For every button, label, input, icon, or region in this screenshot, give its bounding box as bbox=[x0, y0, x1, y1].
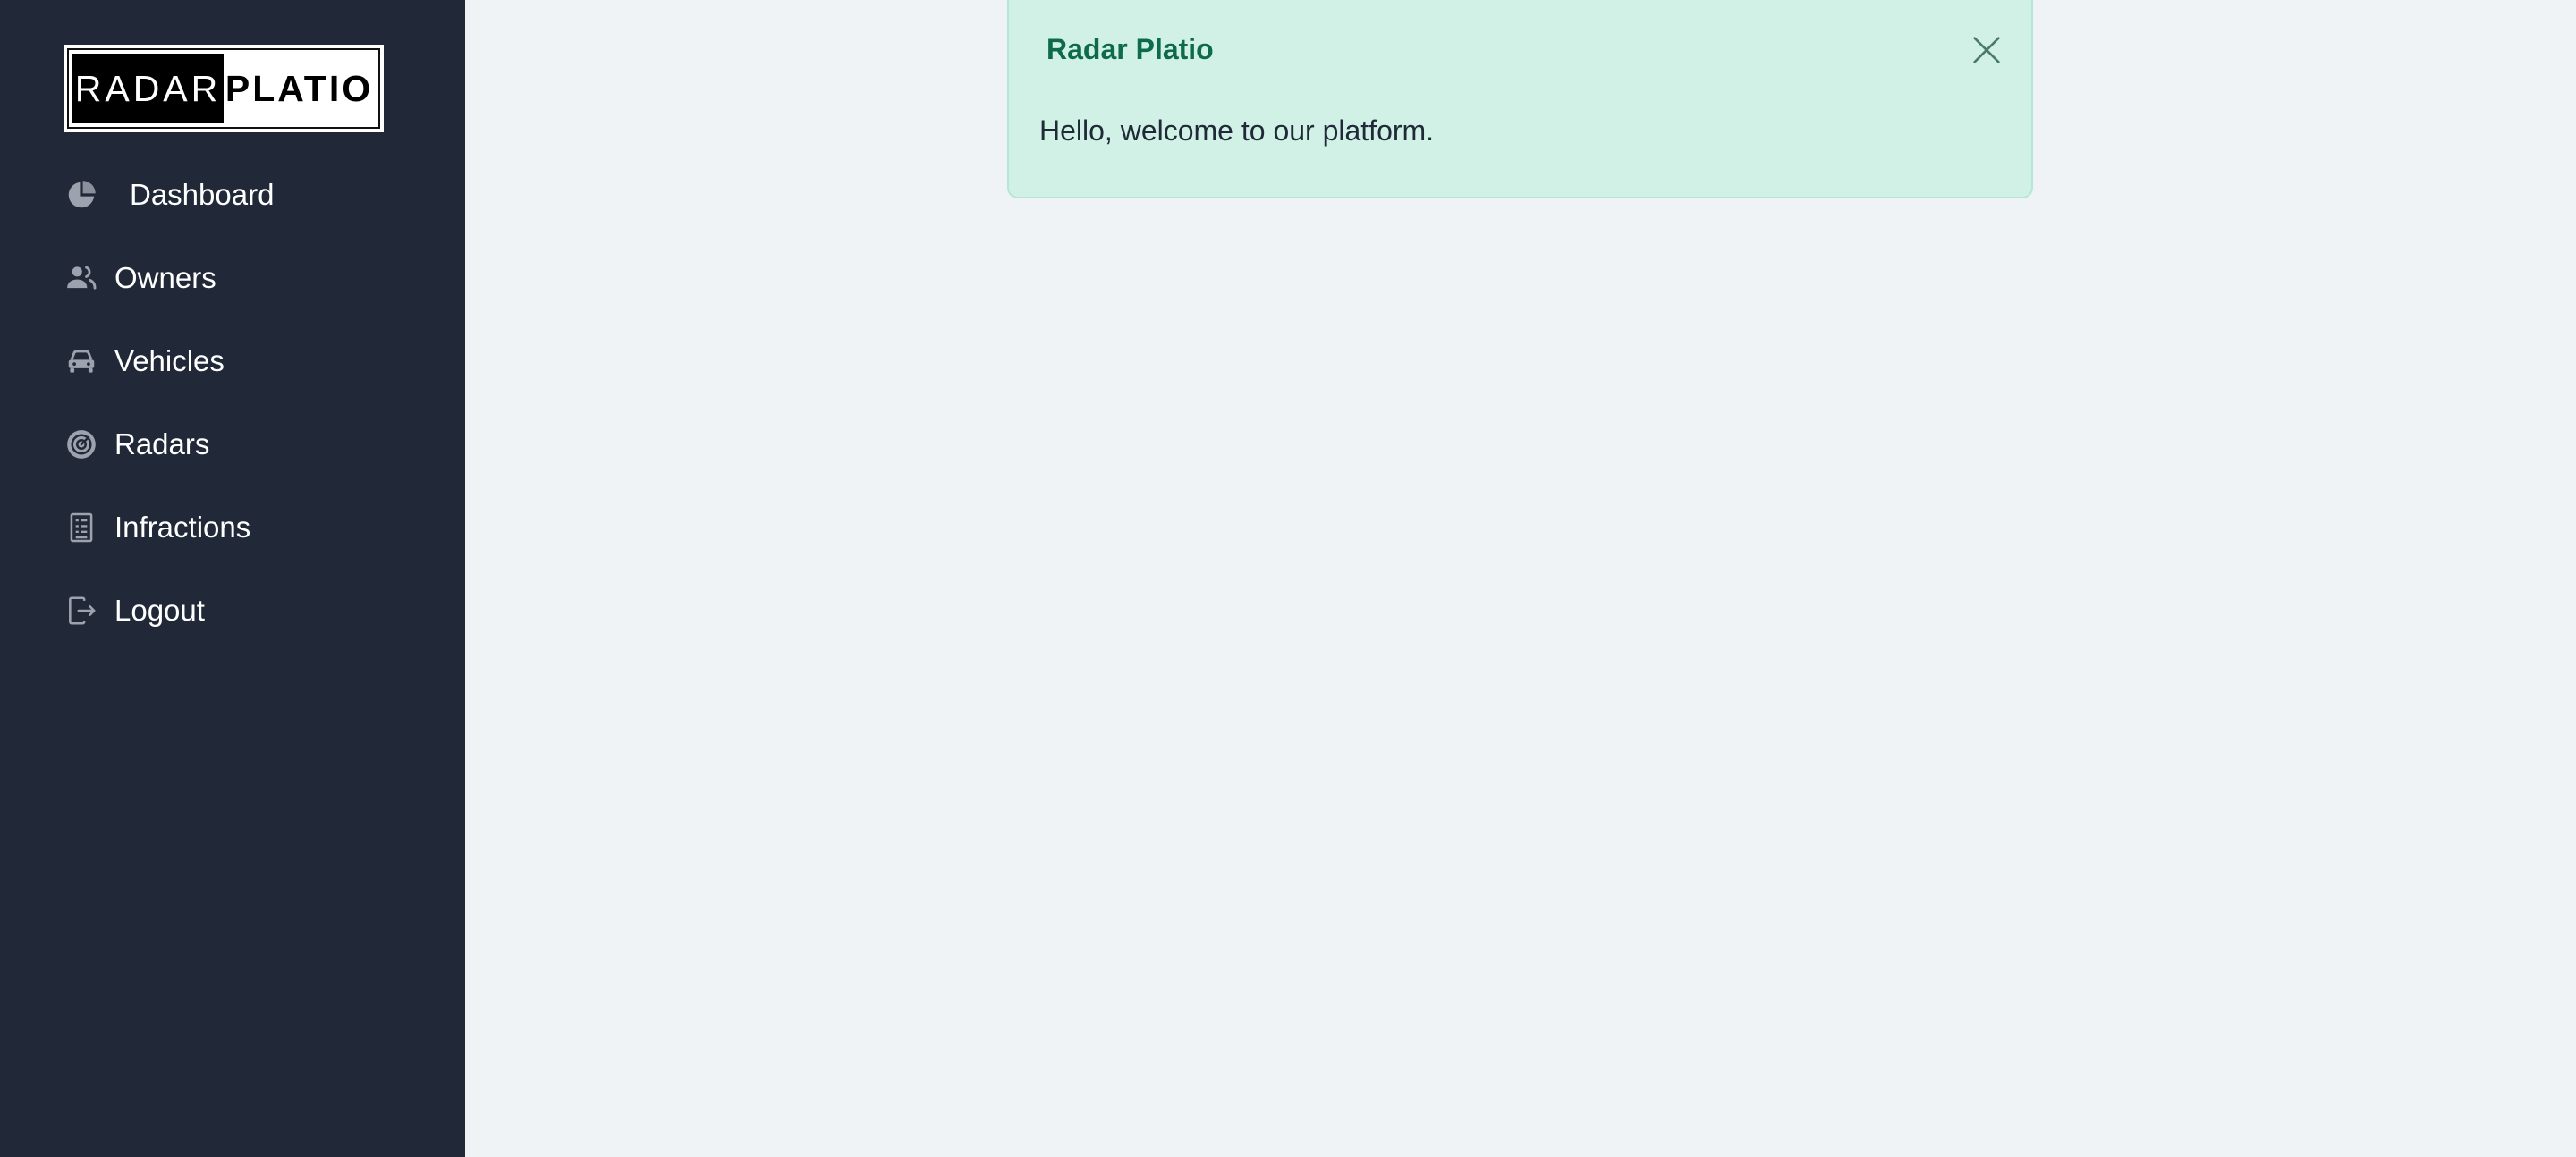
radar-icon bbox=[64, 427, 98, 461]
logo-left-text: RADAR bbox=[72, 54, 224, 123]
sidebar-item-label: Logout bbox=[114, 594, 205, 627]
close-icon[interactable] bbox=[1969, 32, 2004, 68]
sidebar: RADAR PLATIO Dashboard Owners Vehicles R… bbox=[0, 0, 465, 1157]
receipt-icon bbox=[64, 511, 98, 545]
sidebar-item-vehicles[interactable]: Vehicles bbox=[64, 334, 440, 388]
sidebar-item-infractions[interactable]: Infractions bbox=[64, 501, 440, 554]
alert-title: Radar Platio bbox=[1046, 33, 1214, 65]
sidebar-item-logout[interactable]: Logout bbox=[64, 584, 440, 638]
logout-icon bbox=[64, 594, 98, 628]
welcome-alert: Radar Platio Hello, welcome to our platf… bbox=[1007, 0, 2033, 198]
sidebar-item-owners[interactable]: Owners bbox=[64, 251, 440, 305]
sidebar-item-radars[interactable]: Radars bbox=[64, 418, 440, 471]
pie-chart-icon bbox=[64, 178, 98, 212]
sidebar-item-label: Vehicles bbox=[114, 344, 225, 377]
car-icon bbox=[64, 344, 98, 378]
sidebar-item-dashboard[interactable]: Dashboard bbox=[64, 168, 440, 222]
sidebar-item-label: Infractions bbox=[114, 511, 251, 544]
sidebar-item-label: Radars bbox=[114, 427, 210, 460]
radar-platio-logo[interactable]: RADAR PLATIO bbox=[64, 45, 384, 132]
users-icon bbox=[64, 261, 98, 295]
sidebar-item-label: Dashboard bbox=[130, 178, 275, 211]
logo-right-text: PLATIO bbox=[225, 67, 374, 109]
sidebar-item-label: Owners bbox=[114, 261, 216, 294]
alert-message: Hello, welcome to our platform. bbox=[1039, 114, 1435, 147]
